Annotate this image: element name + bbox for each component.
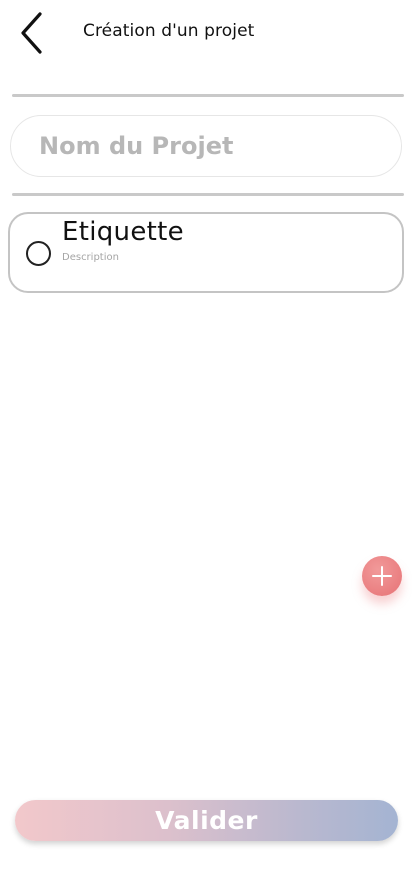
app-header: Création d'un projet (0, 0, 412, 70)
section-divider (12, 193, 404, 196)
tag-list-item[interactable]: Etiquette Description (8, 212, 404, 293)
plus-icon (372, 566, 392, 586)
project-name-input[interactable] (10, 115, 402, 177)
tag-radio-button[interactable] (26, 241, 51, 266)
top-divider (12, 94, 404, 97)
tag-title: Etiquette (62, 217, 184, 247)
chevron-left-icon (21, 12, 42, 54)
tag-description: Description (62, 252, 119, 263)
page-title: Création d'un projet (83, 21, 255, 41)
back-button[interactable] (14, 10, 50, 56)
add-tag-button[interactable] (362, 556, 402, 596)
validate-button[interactable]: Valider (15, 800, 398, 841)
